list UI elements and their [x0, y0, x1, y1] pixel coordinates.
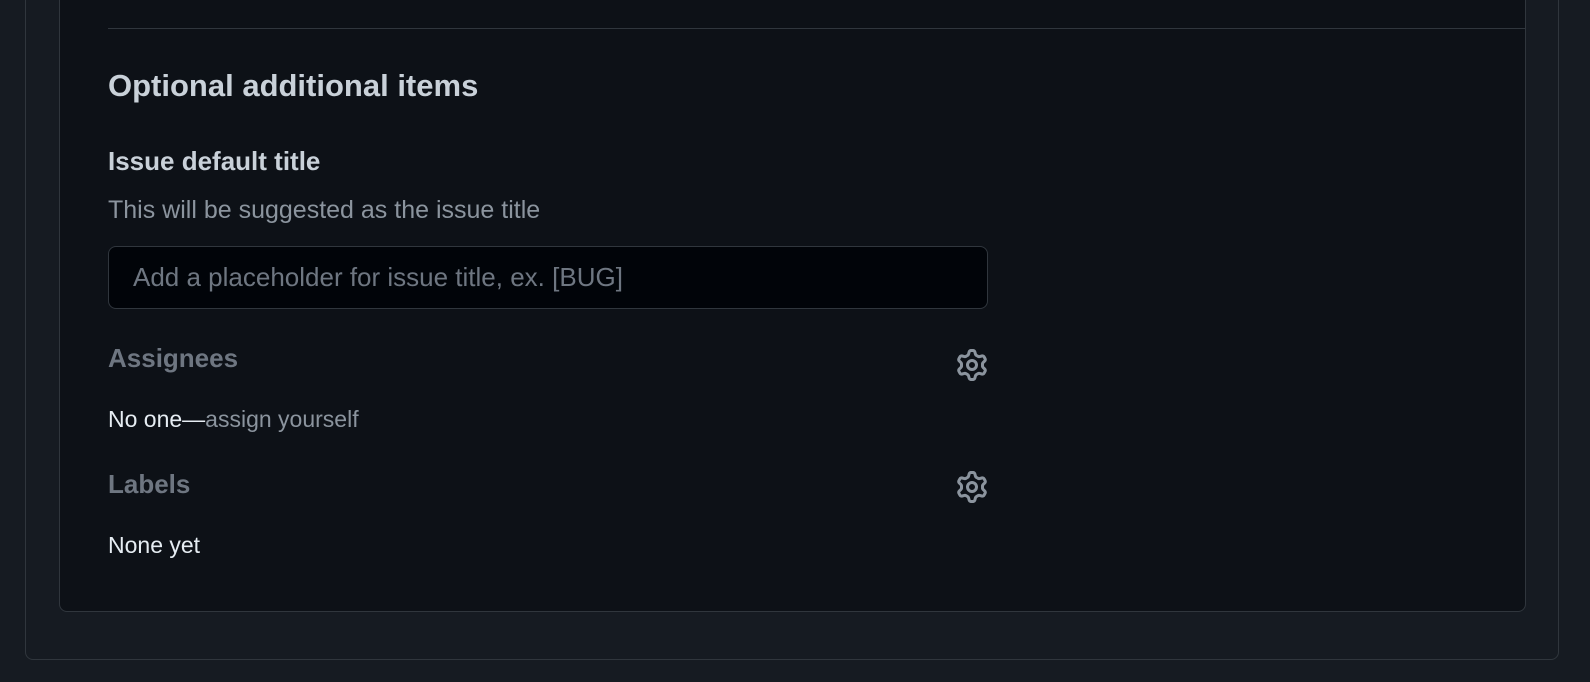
- issue-title-help: This will be suggested as the issue titl…: [108, 196, 541, 224]
- assignees-none-text: No one—: [108, 406, 206, 432]
- assignees-heading: Assignees: [108, 343, 239, 373]
- labels-heading: Labels: [108, 469, 191, 499]
- section-divider: [108, 28, 1526, 29]
- labels-value: None yet: [108, 532, 201, 558]
- gear-icon: [957, 349, 987, 381]
- gear-icon: [957, 471, 987, 503]
- assign-yourself-link[interactable]: assign yourself: [205, 406, 358, 432]
- assignees-gear-icon[interactable]: [956, 349, 988, 381]
- assignees-value: No one—assign yourself: [108, 404, 359, 434]
- issue-title-input[interactable]: [108, 246, 988, 309]
- issue-title-label: Issue default title: [108, 146, 321, 176]
- section-title: Optional additional items: [108, 68, 479, 103]
- labels-gear-icon[interactable]: [956, 471, 988, 503]
